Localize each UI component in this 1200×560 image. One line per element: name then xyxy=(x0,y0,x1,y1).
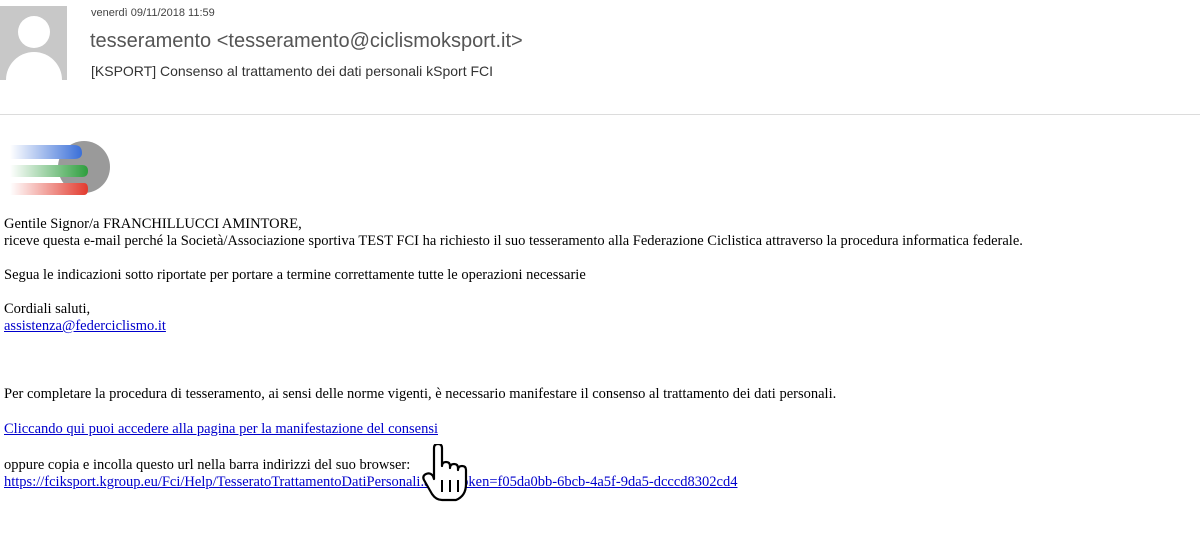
consent-page-link[interactable]: Cliccando qui puoi accedere alla pagina … xyxy=(4,421,438,437)
greeting-text: Gentile Signor/a FRANCHILLUCCI AMINTORE, xyxy=(4,216,302,232)
closing-text: Cordiali saluti, xyxy=(4,301,91,317)
email-date: venerdì 09/11/2018 11:59 xyxy=(91,7,215,19)
consent-text: Per completare la procedura di tesserame… xyxy=(4,386,837,402)
email-sender[interactable]: tesseramento <tesseramento@ciclismokspor… xyxy=(90,30,523,53)
hand-pointer-icon xyxy=(422,444,468,502)
intro-text: riceve questa e-mail perché la Società/A… xyxy=(4,233,1023,249)
federation-logo xyxy=(10,141,110,195)
sender-avatar-icon xyxy=(0,6,67,80)
header-divider xyxy=(0,114,1200,115)
support-email-link[interactable]: assistenza@federciclismo.it xyxy=(4,318,166,334)
instructions-text: Segua le indicazioni sotto riportate per… xyxy=(4,267,586,283)
email-body: Gentile Signor/a FRANCHILLUCCI AMINTORE,… xyxy=(4,216,1194,491)
consent-url-link[interactable]: https://fciksport.kgroup.eu/Fci/Help/Tes… xyxy=(4,474,737,490)
copy-url-text: oppure copia e incolla questo url nella … xyxy=(4,457,411,473)
email-subject: [KSPORT] Consenso al trattamento dei dat… xyxy=(91,63,494,79)
email-header: venerdì 09/11/2018 11:59 tesseramento <t… xyxy=(0,0,1200,114)
